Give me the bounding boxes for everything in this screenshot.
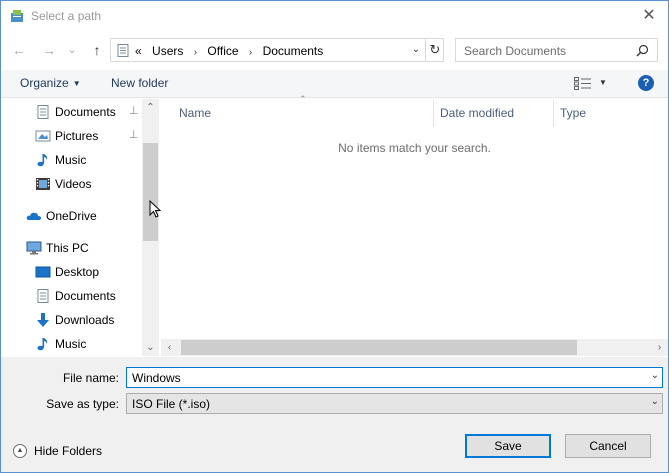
breadcrumb-item-office[interactable]: Office [207,44,238,58]
sidebar-item-documents-pc[interactable]: Documents [35,285,141,307]
organize-label: Organize [20,76,69,90]
sidebar-item-downloads[interactable]: Downloads [35,309,141,331]
sidebar-item-pictures[interactable]: Pictures ⊥ [35,125,141,147]
pin-icon: ⊥ [129,129,139,141]
help-icon[interactable]: ? [638,75,654,91]
file-list-horizontal-scrollbar[interactable]: ‹ › [161,339,668,356]
scroll-down-icon[interactable]: ⌄ [142,339,159,356]
hide-folders-label: Hide Folders [34,444,103,458]
save-button[interactable]: Save [465,434,551,458]
breadcrumb: « Users › Office › Documents [135,44,330,58]
up-button[interactable]: ↑ [87,39,107,61]
sidebar-item-desktop[interactable]: Desktop [35,261,141,283]
videos-icon [36,178,50,190]
refresh-button[interactable]: ↻ [425,39,444,61]
file-name-value: Windows [132,371,181,385]
collapse-icon: ▲ [13,444,27,458]
column-header-label: Name [179,106,212,120]
column-header-label: Type [560,106,587,120]
search-input[interactable]: Search Documents [455,38,658,62]
save-as-type-value: ISO File (*.iso) [132,397,211,411]
documents-icon [37,289,49,303]
window-title: Select a path [31,9,102,23]
save-as-type-label: Save as type: [46,397,119,411]
sidebar-item-label: Documents [55,105,116,119]
sidebar-item-label: Music [55,153,87,167]
dialog-footer: File name: Windows ⌄ Save as type: ISO F… [1,357,668,472]
title-bar: Select a path ✕ [1,1,668,32]
chevron-down-icon[interactable]: ⌄ [651,370,659,381]
scroll-right-icon[interactable]: › [651,339,668,356]
caret-down-icon[interactable]: ▼ [599,78,607,87]
recent-locations-button[interactable]: ⌄ [65,39,79,61]
search-icon [636,44,649,57]
navigation-pane-scrollbar[interactable]: ⌃ ⌄ [142,99,159,356]
scrollbar-thumb[interactable] [143,143,158,241]
downloads-icon [37,313,49,327]
app-icon [11,10,23,22]
address-dropdown-button[interactable]: ⌄ [407,39,425,61]
sidebar-item-label: This PC [46,241,89,255]
organize-button[interactable]: Organize ▼ [20,76,81,90]
mouse-cursor-icon [149,200,161,218]
sidebar-item-label: Videos [55,177,92,191]
scrollbar-thumb[interactable] [181,340,577,355]
music-icon [37,338,48,351]
desktop-icon [35,266,51,278]
column-header-date-modified[interactable]: Date modified [434,99,554,127]
onedrive-icon [26,212,41,220]
breadcrumb-item-users[interactable]: Users [152,44,183,58]
empty-message: No items match your search. [338,141,491,155]
chevron-right-icon[interactable]: › [249,47,252,58]
sidebar-item-label: Documents [55,289,116,303]
command-bar: Organize ▼ New folder ▼ ? [1,70,668,98]
cancel-button[interactable]: Cancel [565,434,651,458]
chevron-down-icon[interactable]: ⌄ [651,396,659,407]
documents-icon [37,105,49,119]
search-placeholder: Search Documents [464,44,567,58]
view-options-icon[interactable] [574,77,592,90]
sidebar-item-label: Desktop [55,265,100,279]
scroll-left-icon[interactable]: ‹ [161,339,178,356]
breadcrumb-overflow[interactable]: « [135,44,142,58]
chevron-right-icon[interactable]: › [194,47,197,58]
pictures-icon [35,130,51,142]
documents-icon [117,44,129,57]
sidebar-item-music-pc[interactable]: Music [35,333,141,355]
sidebar-item-videos[interactable]: Videos [35,173,141,195]
this-pc-icon [26,241,42,255]
address-bar[interactable]: « Users › Office › Documents ⌄ ↻ [110,38,444,62]
file-list[interactable]: Name ⌃ Date modified Type No items match… [161,94,668,356]
file-name-field[interactable]: Windows ⌄ [126,367,663,388]
close-button[interactable]: ✕ [638,5,660,27]
sidebar-item-onedrive[interactable]: OneDrive [26,205,141,227]
file-name-label: File name: [62,371,119,385]
sidebar-item-music[interactable]: Music [35,149,141,171]
back-button[interactable]: ← [9,39,29,61]
scroll-up-icon[interactable]: ⌃ [142,99,159,116]
caret-down-icon: ▼ [72,79,81,89]
sidebar-item-label: Pictures [55,129,99,143]
pin-icon: ⊥ [129,105,139,117]
sidebar-item-this-pc[interactable]: This PC [26,237,141,259]
save-as-type-select[interactable]: ISO File (*.iso) ⌄ [126,393,663,414]
navigation-bar: ← → ⌄ ↑ « Users › Office › Documents ⌄ ↻ [1,36,668,64]
sidebar-item-label: Music [55,337,87,351]
save-dialog: Select a path ✕ ← → ⌄ ↑ « Users › Office… [0,0,669,473]
sidebar-item-documents[interactable]: Documents ⊥ [35,101,141,123]
sort-ascending-icon: ⌃ [299,94,307,104]
navigation-pane: Documents ⊥ Pictures ⊥ Music Videos OneD… [1,99,159,356]
new-folder-button[interactable]: New folder [111,76,168,90]
forward-button[interactable]: → [39,39,59,61]
music-icon [37,154,48,167]
sidebar-item-label: Downloads [55,313,115,327]
column-header-type[interactable]: Type [554,99,668,127]
column-header-label: Date modified [440,106,515,120]
sidebar-item-label: OneDrive [46,209,97,223]
breadcrumb-item-documents[interactable]: Documents [263,44,324,58]
column-header-name[interactable]: Name ⌃ [161,94,434,127]
